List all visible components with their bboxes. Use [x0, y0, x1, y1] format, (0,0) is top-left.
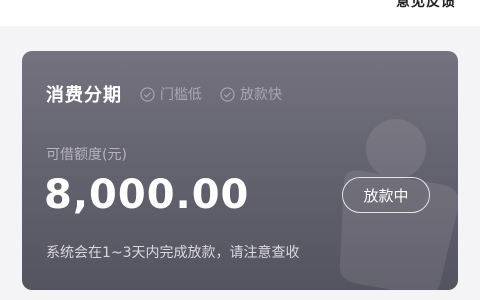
tag-low-threshold: 门槛低 [140, 84, 202, 104]
card-title: 消费分期 [46, 85, 122, 106]
tag-label: 门槛低 [160, 87, 202, 103]
installment-card: 消费分期 门槛低 放款快 可借额度(元) 8,000.00 放款中 系统会在1~… [22, 51, 458, 290]
check-circle-icon [140, 86, 155, 102]
check-circle-icon [220, 86, 235, 102]
tag-fast-payout: 放款快 [220, 84, 282, 104]
card-header: 消费分期 门槛低 放款快 [46, 81, 282, 107]
payout-status-button[interactable]: 放款中 [342, 177, 430, 213]
credit-limit-amount: 8,000.00 [44, 172, 250, 218]
tag-label: 放款快 [240, 87, 282, 103]
payout-note: 系统会在1~3天内完成放款，请注意查收 [46, 245, 300, 261]
credit-limit-label: 可借额度(元) [46, 147, 127, 163]
top-bar: 意见反馈 [0, 0, 480, 26]
feedback-link[interactable]: 意见反馈 [396, 0, 456, 11]
